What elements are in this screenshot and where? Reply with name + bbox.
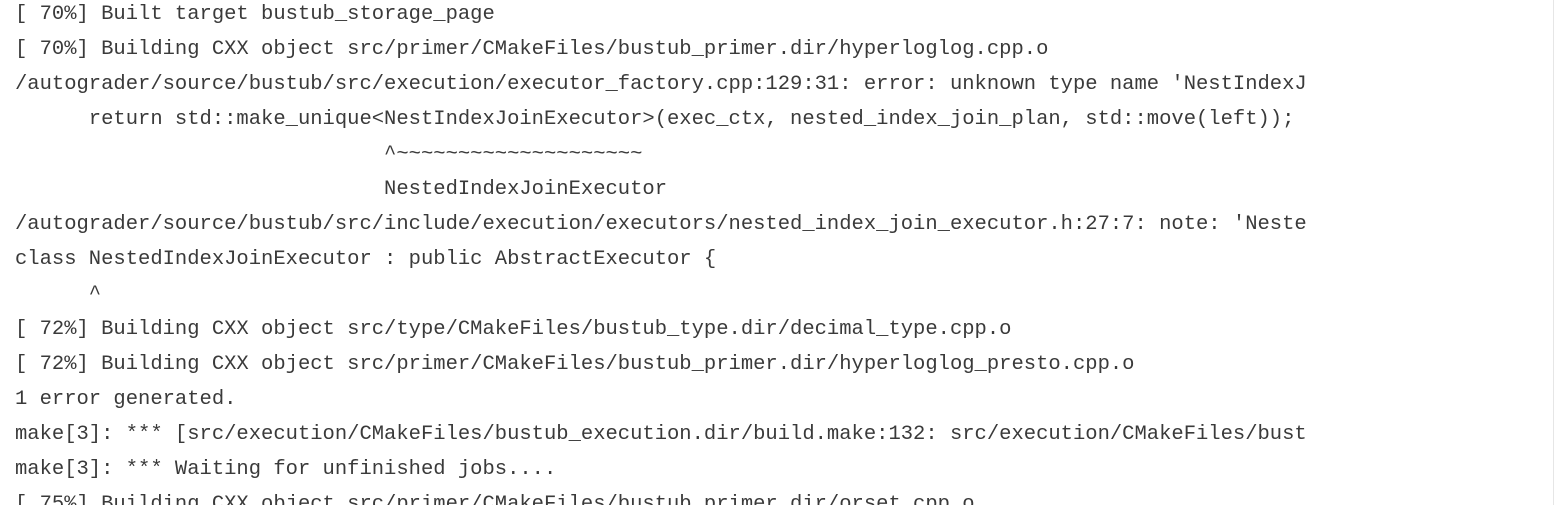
log-line-fixit: NestedIndexJoinExecutor <box>15 178 668 201</box>
scroll-edge <box>1553 0 1554 505</box>
log-line-caret: ^~~~~~~~~~~~~~~~~~~~~ <box>15 143 643 166</box>
log-line-note: /autograder/source/bustub/src/include/ex… <box>15 213 1307 236</box>
log-line-partial: [ 75%] Building CXX object src/primer/CM… <box>15 493 975 505</box>
log-line-error: /autograder/source/bustub/src/execution/… <box>15 73 1307 96</box>
log-line-make-error: make[3]: *** [src/execution/CMakeFiles/b… <box>15 423 1307 446</box>
build-log: [ 70%] Built target bustub_storage_page … <box>15 3 1552 505</box>
log-line: [ 72%] Building CXX object src/type/CMak… <box>15 318 1012 341</box>
log-line-summary: 1 error generated. <box>15 388 237 411</box>
log-line-make-wait: make[3]: *** Waiting for unfinished jobs… <box>15 458 557 481</box>
log-line-caret: ^ <box>15 283 102 306</box>
log-line: [ 70%] Built target bustub_storage_page <box>15 3 495 26</box>
terminal-output[interactable]: [ 70%] Built target bustub_storage_page … <box>0 0 1564 505</box>
log-line: [ 72%] Building CXX object src/primer/CM… <box>15 353 1135 376</box>
log-line-source: return std::make_unique<NestIndexJoinExe… <box>15 108 1295 131</box>
log-line-source: class NestedIndexJoinExecutor : public A… <box>15 248 717 271</box>
log-line: [ 70%] Building CXX object src/primer/CM… <box>15 38 1049 61</box>
